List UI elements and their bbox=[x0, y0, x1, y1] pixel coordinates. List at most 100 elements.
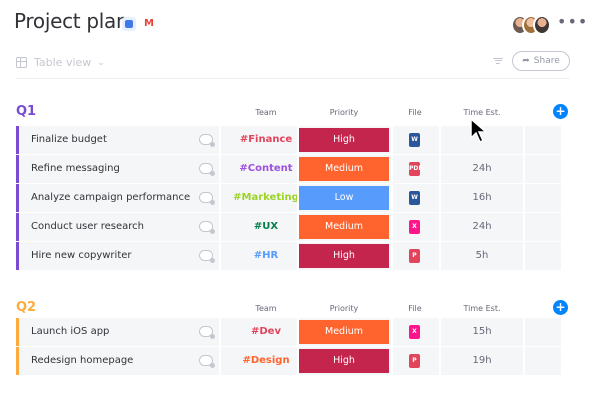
time-estimate-cell[interactable]: 24h bbox=[451, 155, 513, 183]
add-update-icon[interactable] bbox=[199, 250, 215, 263]
time-estimate-cell[interactable]: 24h bbox=[451, 213, 513, 241]
divider bbox=[16, 78, 570, 79]
cell-separator bbox=[391, 184, 393, 212]
column-file[interactable]: File bbox=[396, 108, 434, 117]
time-estimate-cell[interactable]: 5h bbox=[451, 242, 513, 270]
cell-separator bbox=[391, 242, 393, 270]
file-icon[interactable]: P bbox=[409, 249, 420, 263]
cell-separator bbox=[439, 126, 441, 154]
time-estimate-cell[interactable]: 19h bbox=[451, 347, 513, 375]
group-color-bar bbox=[16, 184, 19, 212]
gmail-icon[interactable]: M bbox=[142, 17, 156, 31]
time-estimate-cell[interactable]: 15h bbox=[451, 318, 513, 346]
priority-cell[interactable]: Medium bbox=[299, 320, 389, 344]
file-icon[interactable]: X bbox=[409, 325, 420, 339]
cell-separator bbox=[523, 184, 525, 212]
avatar[interactable] bbox=[533, 15, 551, 35]
group-color-bar bbox=[16, 242, 19, 270]
add-update-icon[interactable] bbox=[199, 221, 215, 234]
cell-separator bbox=[391, 155, 393, 183]
group-color-bar bbox=[16, 126, 19, 154]
column-team[interactable]: Team bbox=[226, 108, 306, 117]
add-update-icon[interactable] bbox=[199, 134, 215, 147]
item-name[interactable]: Launch iOS app bbox=[31, 318, 109, 346]
priority-cell[interactable]: Low bbox=[299, 186, 389, 210]
add-column-button[interactable]: + bbox=[553, 300, 568, 315]
team-cell[interactable]: #Marketing bbox=[226, 184, 306, 212]
chevron-down-icon: ⌄ bbox=[97, 57, 105, 68]
file-icon[interactable]: P bbox=[409, 354, 420, 368]
cell-separator bbox=[219, 347, 221, 375]
cell-separator bbox=[523, 155, 525, 183]
cell-separator bbox=[523, 213, 525, 241]
cell-separator bbox=[391, 126, 393, 154]
item-name[interactable]: Finalize budget bbox=[31, 126, 107, 154]
cell-separator bbox=[219, 126, 221, 154]
table-row[interactable]: Launch iOS app #Dev Medium X 15h bbox=[16, 318, 561, 346]
team-cell[interactable]: #Dev bbox=[226, 318, 306, 346]
column-file[interactable]: File bbox=[396, 304, 434, 313]
table-icon bbox=[16, 57, 27, 68]
cell-separator bbox=[219, 184, 221, 212]
add-update-icon[interactable] bbox=[199, 163, 215, 176]
cell-separator bbox=[439, 347, 441, 375]
item-name[interactable]: Conduct user research bbox=[31, 213, 144, 241]
cell-separator bbox=[219, 155, 221, 183]
add-update-icon[interactable] bbox=[199, 192, 215, 205]
table-row[interactable]: Hire new copywriter #HR High P 5h bbox=[16, 242, 561, 270]
cell-separator bbox=[439, 213, 441, 241]
filter-icon[interactable] bbox=[493, 56, 503, 65]
priority-cell[interactable]: Medium bbox=[299, 157, 389, 181]
team-cell[interactable]: #Finance bbox=[226, 126, 306, 154]
share-arrow-icon: ➦ bbox=[522, 56, 530, 66]
item-name[interactable]: Redesign homepage bbox=[31, 347, 133, 375]
group-color-bar bbox=[16, 347, 19, 375]
column-priority[interactable]: Priority bbox=[299, 108, 389, 117]
time-estimate-cell[interactable]: 16h bbox=[451, 184, 513, 212]
share-button[interactable]: ➦ Share bbox=[512, 51, 570, 71]
table-row[interactable]: Conduct user research #UX Medium X 24h bbox=[16, 213, 561, 241]
more-options-icon[interactable]: ••• bbox=[557, 12, 588, 31]
file-icon[interactable]: X bbox=[409, 220, 420, 234]
board-icon[interactable] bbox=[122, 17, 136, 31]
file-icon[interactable]: W bbox=[409, 133, 420, 147]
group-color-bar bbox=[16, 318, 19, 346]
item-name[interactable]: Hire new copywriter bbox=[31, 242, 132, 270]
add-column-button[interactable]: + bbox=[553, 104, 568, 119]
column-priority[interactable]: Priority bbox=[299, 304, 389, 313]
team-cell[interactable]: #Design bbox=[226, 347, 306, 375]
priority-cell[interactable]: High bbox=[299, 128, 389, 152]
avatar-group[interactable] bbox=[511, 15, 553, 37]
cell-separator bbox=[523, 242, 525, 270]
add-update-icon[interactable] bbox=[199, 326, 215, 339]
cell-separator bbox=[439, 155, 441, 183]
file-icon[interactable]: W bbox=[409, 191, 420, 205]
group-title[interactable]: Q2 bbox=[16, 300, 36, 315]
view-selector[interactable]: Table view ⌄ bbox=[16, 56, 105, 69]
item-name[interactable]: Refine messaging bbox=[31, 155, 120, 183]
team-cell[interactable]: #Content bbox=[226, 155, 306, 183]
column-time[interactable]: Time Est. bbox=[451, 108, 513, 117]
file-icon[interactable]: PDF bbox=[409, 162, 422, 176]
team-cell[interactable]: #HR bbox=[226, 242, 306, 270]
cell-separator bbox=[439, 242, 441, 270]
team-cell[interactable]: #UX bbox=[226, 213, 306, 241]
table-row[interactable]: Analyze campaign performance #Marketing Lo… bbox=[16, 184, 561, 212]
priority-cell[interactable]: High bbox=[299, 244, 389, 268]
column-time[interactable]: Time Est. bbox=[451, 304, 513, 313]
column-team[interactable]: Team bbox=[226, 304, 306, 313]
page-title: Project plan bbox=[14, 9, 129, 33]
view-label: Table view bbox=[34, 56, 92, 69]
share-label: Share bbox=[533, 56, 560, 66]
cell-separator bbox=[219, 213, 221, 241]
group-title[interactable]: Q1 bbox=[16, 104, 36, 119]
cell-separator bbox=[219, 318, 221, 346]
priority-cell[interactable]: Medium bbox=[299, 215, 389, 239]
priority-cell[interactable]: High bbox=[299, 349, 389, 373]
cell-separator bbox=[439, 318, 441, 346]
table-row[interactable]: Redesign homepage #Design High P 19h bbox=[16, 347, 561, 375]
item-name[interactable]: Analyze campaign performance bbox=[31, 184, 190, 212]
table-row[interactable]: Refine messaging #Content Medium PDF 24h bbox=[16, 155, 561, 183]
group-color-bar bbox=[16, 155, 19, 183]
add-update-icon[interactable] bbox=[199, 355, 215, 368]
